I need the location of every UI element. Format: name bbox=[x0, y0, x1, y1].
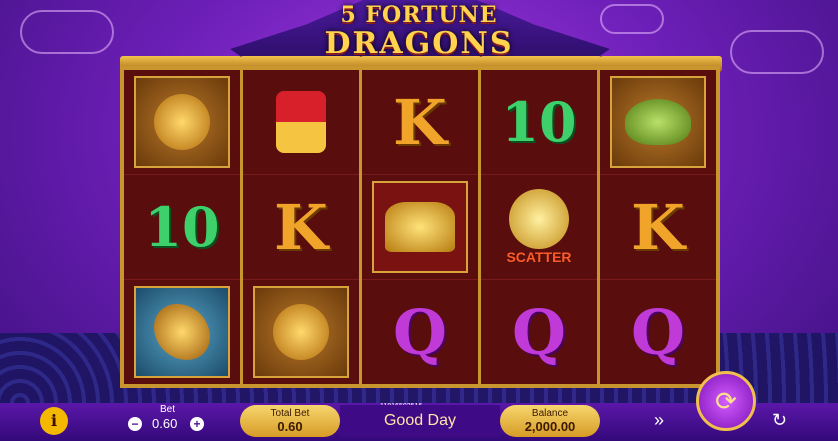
status-message: Good Day bbox=[340, 405, 500, 437]
spin-icon: ⟳ bbox=[715, 385, 737, 416]
balance-display: Balance 2,000.00 bbox=[500, 405, 600, 437]
symbol-label: 10 bbox=[144, 195, 220, 259]
symbol-label: 10 bbox=[501, 90, 577, 154]
symbol-label: Q bbox=[511, 295, 566, 369]
symbol-label: Q bbox=[630, 295, 685, 369]
symbol-lion bbox=[124, 70, 240, 175]
reel-1: 10 bbox=[124, 70, 243, 384]
symbol-q: Q bbox=[600, 280, 716, 384]
info-icon[interactable]: i bbox=[40, 407, 68, 435]
turbo-icon[interactable]: » bbox=[654, 410, 664, 431]
lion-icon bbox=[154, 94, 210, 150]
minus-icon[interactable]: − bbox=[128, 417, 142, 431]
symbol-q: Q bbox=[481, 280, 597, 384]
total-bet-display: Total Bet 0.60 bbox=[240, 405, 340, 437]
reel-5: K Q bbox=[600, 70, 716, 384]
symbol-ingot-character bbox=[243, 70, 359, 175]
lion-icon bbox=[273, 304, 329, 360]
symbol-k: K bbox=[600, 175, 716, 280]
symbol-label: K bbox=[393, 85, 447, 159]
symbol-scatter: SCATTER bbox=[481, 175, 597, 280]
reel-3: K Q bbox=[362, 70, 481, 384]
symbol-k: K bbox=[362, 70, 478, 175]
plus-icon[interactable]: + bbox=[190, 417, 204, 431]
fish-icon bbox=[154, 304, 210, 360]
balance-label: Balance bbox=[531, 408, 569, 419]
symbol-label: K bbox=[631, 190, 685, 264]
symbol-lion bbox=[243, 280, 359, 384]
total-bet-value: 0.60 bbox=[277, 419, 303, 434]
bet-value: 0.60 bbox=[152, 416, 178, 431]
symbol-label: K bbox=[274, 190, 328, 264]
symbol-ten: 10 bbox=[124, 175, 240, 280]
turtle-icon bbox=[625, 99, 691, 145]
symbol-k: K bbox=[243, 175, 359, 280]
reel-4: 10 SCATTER Q bbox=[481, 70, 600, 384]
ingot-character-icon bbox=[276, 91, 326, 153]
coin-icon bbox=[509, 189, 569, 249]
bet-label: Bet bbox=[160, 404, 176, 415]
game-title-line1: 5 FORTUNE bbox=[340, 2, 498, 28]
reel-2: K bbox=[243, 70, 362, 384]
gold-ingot-icon bbox=[385, 202, 455, 252]
symbol-gold-ingot bbox=[362, 175, 478, 280]
symbol-q: Q bbox=[362, 280, 478, 384]
symbol-turtle bbox=[600, 70, 716, 175]
symbol-label: Q bbox=[392, 295, 447, 369]
reel-frame: 10 K K Q 10 SCATTER Q K Q bbox=[120, 66, 720, 388]
autoplay-icon[interactable]: ↻ bbox=[772, 410, 787, 431]
symbol-ten: 10 bbox=[481, 70, 597, 175]
spin-button[interactable]: ⟳ bbox=[696, 371, 756, 431]
symbol-fish bbox=[124, 280, 240, 384]
total-bet-label: Total Bet bbox=[270, 408, 310, 419]
scatter-label: SCATTER bbox=[506, 249, 572, 265]
balance-value: 2,000.00 bbox=[524, 419, 576, 434]
